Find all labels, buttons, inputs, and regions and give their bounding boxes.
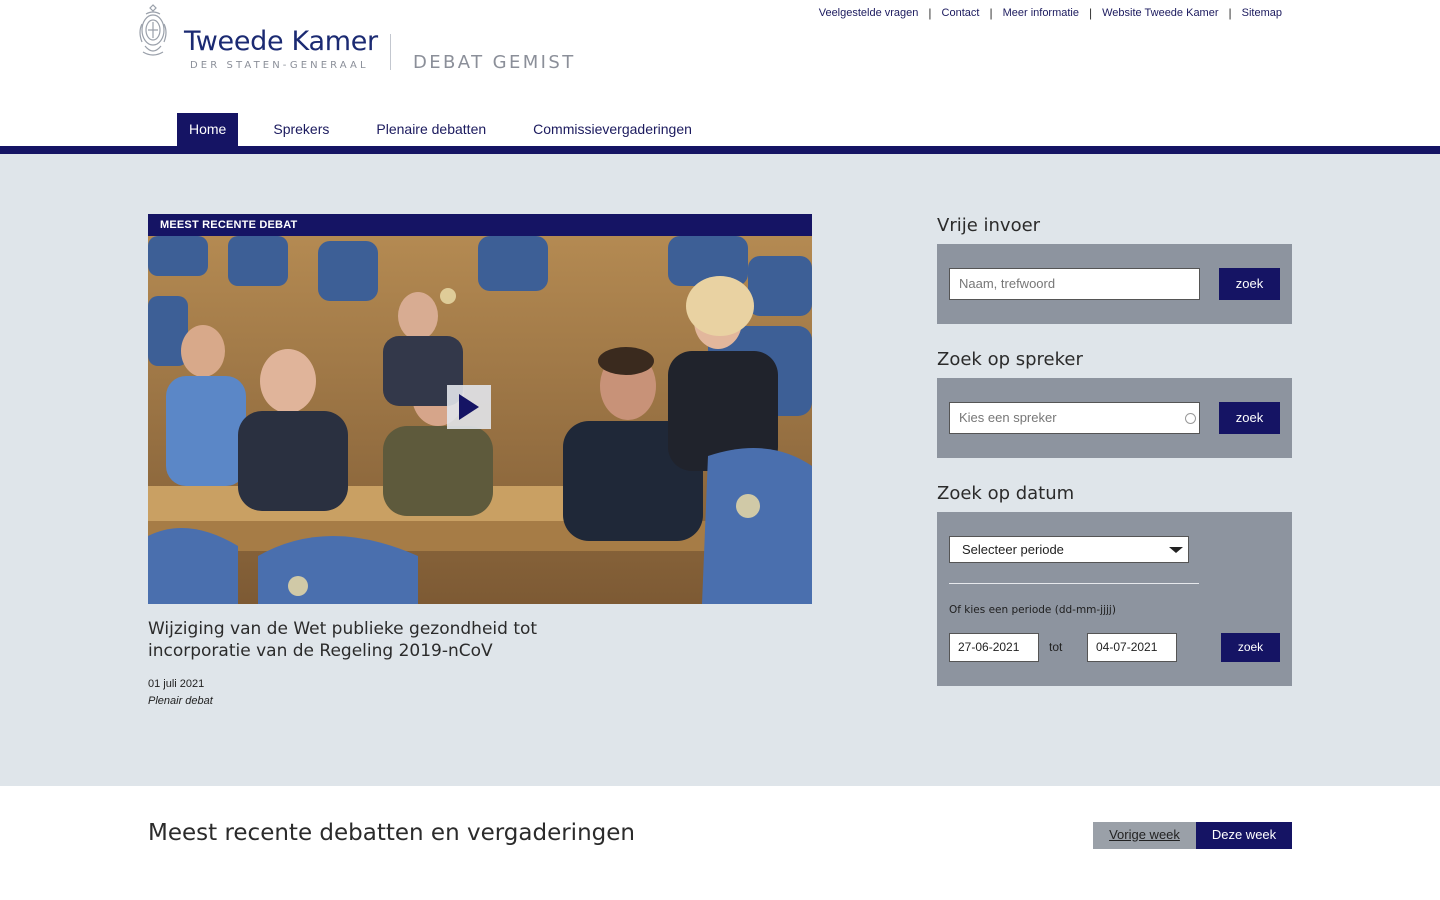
logo-subtitle: DER STATEN-GENERAAL: [190, 60, 369, 71]
video-player[interactable]: [148, 236, 812, 604]
date-search-panel: Selecteer periode Of kies een periode (d…: [937, 512, 1292, 686]
logo-name: Tweede Kamer: [184, 26, 378, 57]
top-links: Veelgestelde vragen | Contact | Meer inf…: [819, 6, 1282, 20]
speaker-search-input[interactable]: Kies een spreker: [949, 402, 1200, 434]
chevron-down-icon: [1169, 547, 1183, 553]
play-button[interactable]: [447, 385, 491, 429]
date-search-heading: Zoek op datum: [937, 483, 1075, 504]
featured-title[interactable]: Wijziging van de Wet publieke gezondheid…: [148, 618, 568, 662]
tab-this-week[interactable]: Deze week: [1196, 822, 1292, 849]
site-logo[interactable]: Tweede Kamer DER STATEN-GENERAAL DEBAT G…: [137, 2, 577, 82]
featured-label: MEEST RECENTE DEBAT: [148, 214, 812, 236]
featured-type: Plenair debat: [148, 695, 213, 707]
panel-divider: [949, 583, 1199, 584]
hero-section: MEEST RECENTE DEBAT Wijziging van de Wet…: [0, 154, 1440, 786]
top-link-more-info[interactable]: Meer informatie: [1003, 7, 1079, 19]
recent-heading: Meest recente debatten en vergaderingen: [148, 820, 635, 846]
speaker-search-heading: Zoek op spreker: [937, 349, 1083, 370]
date-range-separator: tot: [1049, 640, 1063, 654]
free-search-input[interactable]: Naam, trefwoord: [949, 268, 1200, 300]
tab-previous-week[interactable]: Vorige week: [1093, 822, 1196, 849]
featured-debate: MEEST RECENTE DEBAT Wijziging van de Wet…: [148, 214, 812, 707]
logo-divider: [390, 34, 391, 70]
featured-date: 01 juli 2021: [148, 678, 205, 690]
free-search-panel: Naam, trefwoord zoek: [937, 244, 1292, 324]
main-nav: Home Sprekers Plenaire debatten Commissi…: [177, 113, 727, 146]
app-name: DEBAT GEMIST: [413, 52, 576, 73]
period-select-value: Selecteer periode: [962, 542, 1064, 557]
site-header: Tweede Kamer DER STATEN-GENERAAL DEBAT G…: [0, 0, 1440, 154]
recent-section: Meest recente debatten en vergaderingen …: [0, 786, 1440, 900]
top-link-separator: |: [1089, 6, 1093, 20]
top-link-sitemap[interactable]: Sitemap: [1242, 7, 1282, 19]
top-link-faq[interactable]: Veelgestelde vragen: [819, 7, 919, 19]
nav-underline-bar: [0, 146, 1440, 154]
play-icon: [459, 394, 479, 420]
period-select[interactable]: Selecteer periode: [949, 536, 1189, 563]
nav-item-plenaire-debatten[interactable]: Plenaire debatten: [364, 113, 498, 146]
loading-ring-icon: [1185, 413, 1196, 424]
royal-crest-icon: [139, 4, 167, 56]
date-search-button[interactable]: zoek: [1221, 633, 1280, 662]
date-to-input[interactable]: 04-07-2021: [1087, 633, 1177, 662]
speaker-search-panel: Kies een spreker zoek: [937, 378, 1292, 458]
top-link-contact[interactable]: Contact: [942, 7, 980, 19]
date-range-hint: Of kies een periode (dd-mm-jjjj): [949, 604, 1116, 616]
top-link-separator: |: [989, 6, 993, 20]
top-link-website[interactable]: Website Tweede Kamer: [1102, 7, 1218, 19]
tab-previous-week-label: Vorige week: [1109, 827, 1180, 842]
top-link-separator: |: [1228, 6, 1232, 20]
speaker-search-button[interactable]: zoek: [1219, 402, 1280, 434]
free-search-button[interactable]: zoek: [1219, 268, 1280, 300]
date-from-input[interactable]: 27-06-2021: [949, 633, 1039, 662]
search-sidebar: Vrije invoer Naam, trefwoord zoek Zoek o…: [937, 214, 1292, 686]
nav-item-home[interactable]: Home: [177, 113, 239, 146]
speaker-search-placeholder: Kies een spreker: [959, 410, 1057, 425]
free-search-heading: Vrije invoer: [937, 215, 1041, 236]
nav-item-commissievergaderingen[interactable]: Commissievergaderingen: [521, 113, 704, 146]
week-tabs: Vorige week Deze week: [1093, 822, 1292, 849]
top-link-separator: |: [928, 6, 932, 20]
nav-item-sprekers[interactable]: Sprekers: [261, 113, 341, 146]
